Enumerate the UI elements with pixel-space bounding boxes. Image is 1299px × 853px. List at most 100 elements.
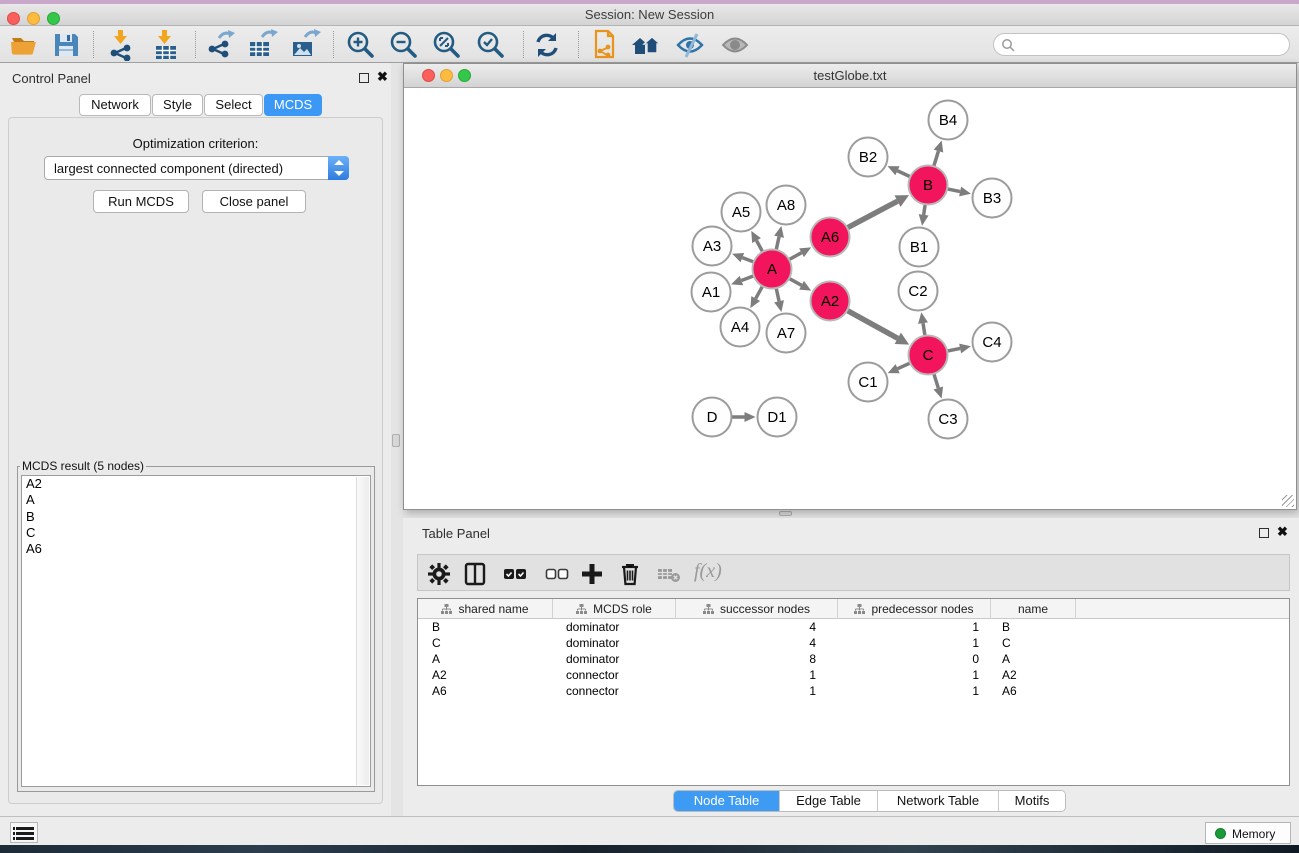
deselect-all-columns-icon[interactable] — [545, 562, 569, 586]
graph-node-A5[interactable]: A5 — [722, 193, 761, 232]
graph-node-A1[interactable]: A1 — [692, 273, 731, 312]
search-input[interactable] — [1018, 35, 1283, 54]
select-all-columns-icon[interactable] — [503, 562, 527, 586]
graph-node-A3[interactable]: A3 — [693, 227, 732, 266]
table-header-row: shared nameMCDS rolesuccessor nodesprede… — [418, 599, 1289, 619]
table-cell: dominator — [553, 635, 676, 651]
houses-icon[interactable] — [630, 29, 662, 61]
table-row[interactable]: Adominator80A — [418, 651, 1289, 667]
table-tabs: Node TableEdge TableNetwork TableMotifs — [673, 790, 1066, 812]
zoom-out-icon[interactable] — [388, 29, 420, 61]
network-canvas[interactable]: B4 B2 B B3 A8 A5 A6 A3 B1 A A1 C2 A2 A4A7 C4 C C1 C3 D D1 — [405, 88, 1295, 508]
table-cell: 1 — [676, 683, 838, 699]
eye-slash-icon[interactable] — [674, 29, 706, 61]
divider-grip[interactable] — [779, 511, 792, 516]
svg-text:C: C — [923, 347, 934, 364]
scrollbar-track[interactable] — [356, 477, 369, 785]
export-image-icon[interactable] — [289, 29, 321, 61]
svg-text:A5: A5 — [732, 204, 750, 221]
graph-node-B3[interactable]: B3 — [973, 179, 1012, 218]
tab-network[interactable]: Network — [79, 94, 151, 116]
delete-table-icon[interactable] — [657, 562, 681, 586]
dropdown-stepper-icon — [328, 156, 349, 180]
graph-node-C4[interactable]: C4 — [973, 323, 1012, 362]
mcds-result-item[interactable]: A2 — [22, 476, 370, 492]
desktop-background-bottom — [0, 845, 1299, 853]
graph-node-A4[interactable]: A4 — [721, 308, 760, 347]
import-table-icon[interactable] — [150, 29, 182, 61]
save-session-icon[interactable] — [50, 29, 82, 61]
close-panel-button[interactable]: Close panel — [202, 190, 306, 213]
tab-select[interactable]: Select — [204, 94, 263, 116]
graph-node-B2[interactable]: B2 — [849, 138, 888, 177]
open-session-icon[interactable] — [8, 29, 40, 61]
mcds-result-item[interactable]: A — [22, 492, 370, 508]
delete-column-icon[interactable] — [618, 562, 642, 586]
table-panel: Table Panel ✖ f(x) shared nameMCDS roles… — [403, 518, 1299, 816]
tab-network-table[interactable]: Network Table — [878, 791, 999, 812]
table-row[interactable]: A6connector11A6 — [418, 683, 1289, 699]
vertical-split-divider[interactable] — [391, 63, 403, 816]
svg-text:C1: C1 — [858, 374, 877, 391]
control-panel-title: Control Panel — [12, 71, 91, 86]
graph-node-C1[interactable]: C1 — [849, 363, 888, 402]
tab-mcds[interactable]: MCDS — [264, 94, 322, 116]
memory-button[interactable]: Memory — [1205, 822, 1291, 844]
mcds-result-item[interactable]: B — [22, 509, 370, 525]
column-header-predecessor-nodes[interactable]: predecessor nodes — [838, 599, 991, 619]
graph-node-B[interactable]: B — [909, 166, 948, 205]
mcds-result-item[interactable]: A6 — [22, 541, 370, 557]
run-mcds-button[interactable]: Run MCDS — [93, 190, 189, 213]
zoom-in-icon[interactable] — [345, 29, 377, 61]
mcds-result-item[interactable]: C — [22, 525, 370, 541]
graph-node-A6[interactable]: A6 — [811, 218, 850, 257]
close-panel-icon[interactable]: ✖ — [377, 69, 388, 85]
graph-node-C[interactable]: C — [909, 336, 948, 375]
float-panel-icon[interactable] — [359, 73, 369, 83]
tab-style[interactable]: Style — [152, 94, 203, 116]
graph-node-D1[interactable]: D1 — [758, 398, 797, 437]
graph-node-A2[interactable]: A2 — [811, 282, 850, 321]
graph-node-A7[interactable]: A7 — [767, 314, 806, 353]
table-cell: dominator — [553, 651, 676, 667]
export-network-icon[interactable] — [205, 29, 237, 61]
close-panel-icon[interactable]: ✖ — [1277, 524, 1288, 540]
zoom-selected-icon[interactable] — [475, 29, 507, 61]
graph-node-C2[interactable]: C2 — [899, 272, 938, 311]
graph-node-A[interactable]: A — [753, 250, 792, 289]
graph-node-B1[interactable]: B1 — [900, 228, 939, 267]
zoom-fit-icon[interactable] — [431, 29, 463, 61]
settings-gear-icon[interactable] — [427, 562, 451, 586]
column-layout-icon[interactable] — [463, 562, 487, 586]
column-header-shared-name[interactable]: shared name — [418, 599, 553, 619]
table-row[interactable]: Bdominator41B — [418, 619, 1289, 635]
column-header-mcds-role[interactable]: MCDS role — [553, 599, 676, 619]
horizontal-split-divider[interactable] — [403, 510, 1299, 518]
svg-text:A3: A3 — [703, 238, 721, 255]
table-row[interactable]: A2connector11A2 — [418, 667, 1289, 683]
graph-node-B4[interactable]: B4 — [929, 101, 968, 140]
export-table-icon[interactable] — [246, 29, 278, 61]
float-panel-icon[interactable] — [1259, 528, 1269, 538]
column-header-successor-nodes[interactable]: successor nodes — [676, 599, 838, 619]
optimization-dropdown[interactable]: largest connected component (directed) — [44, 156, 349, 180]
window-resize-grip[interactable] — [1282, 495, 1294, 507]
function-builder-icon[interactable]: f(x) — [694, 560, 722, 583]
graph-node-D[interactable]: D — [693, 398, 732, 437]
eye-icon[interactable] — [719, 29, 751, 61]
tab-edge-table[interactable]: Edge Table — [780, 791, 878, 812]
column-header-name[interactable]: name — [991, 599, 1076, 619]
refresh-layout-icon[interactable] — [531, 29, 563, 61]
network-from-selection-icon[interactable] — [588, 29, 620, 61]
import-network-icon[interactable] — [106, 29, 138, 61]
graph-node-A8[interactable]: A8 — [767, 186, 806, 225]
tab-node-table[interactable]: Node Table — [674, 791, 780, 812]
network-window-titlebar: testGlobe.txt — [404, 64, 1296, 88]
add-column-icon[interactable] — [580, 562, 604, 586]
divider-grip[interactable] — [392, 434, 400, 447]
task-history-icon[interactable] — [10, 822, 38, 843]
tab-motifs[interactable]: Motifs — [999, 791, 1065, 812]
edge-arrowhead-icon — [919, 214, 929, 226]
table-row[interactable]: Cdominator41C — [418, 635, 1289, 651]
graph-node-C3[interactable]: C3 — [929, 400, 968, 439]
